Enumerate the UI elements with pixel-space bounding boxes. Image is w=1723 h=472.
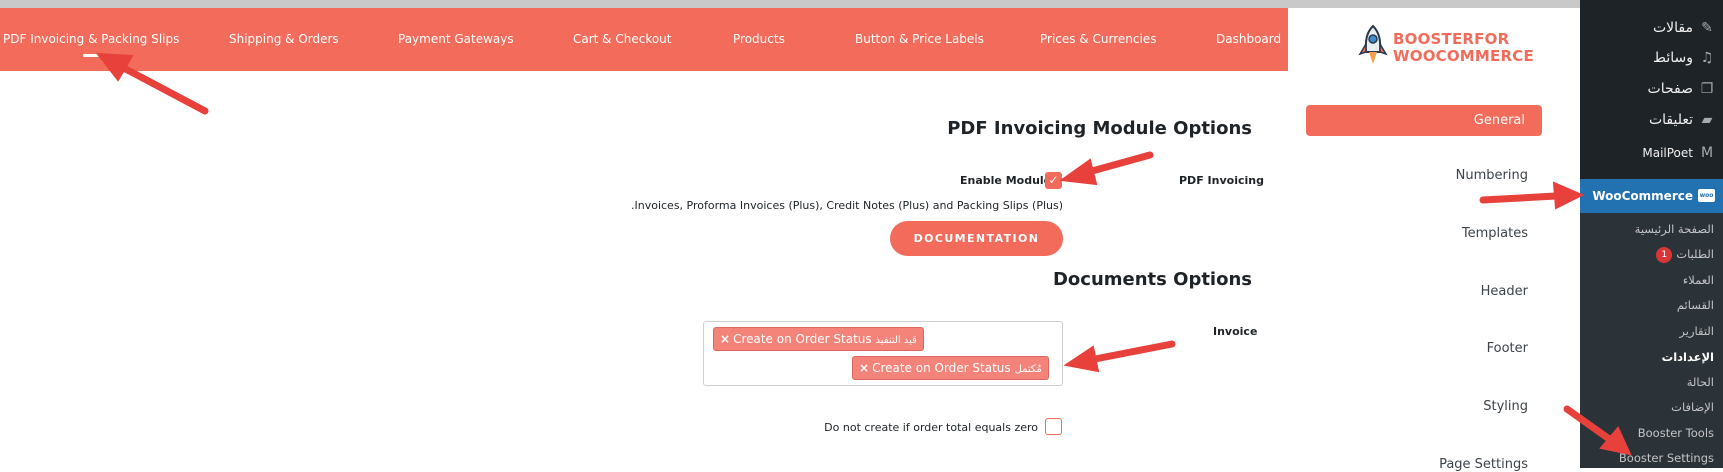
side-menu-styling[interactable]: Styling xyxy=(1483,399,1528,414)
module-description: .Invoices, Proforma Invoices (Plus), Cre… xyxy=(631,199,1063,212)
status-tag-processing[interactable]: × Create on Order Status قيد التنفيذ xyxy=(713,327,924,351)
menu-comments[interactable]: تعليقات ▰ xyxy=(1649,106,1715,134)
documents-options-title: Documents Options xyxy=(1052,269,1252,290)
nav-payment-gateways[interactable]: Payment Gateways xyxy=(398,8,514,71)
side-menu-numbering[interactable]: Numbering xyxy=(1456,168,1528,183)
submenu-booster-tools[interactable]: Booster Tools xyxy=(1638,422,1714,444)
submenu-coupons[interactable]: القسائم xyxy=(1677,294,1714,316)
woocommerce-icon: woo xyxy=(1698,189,1715,202)
enable-module-label: Enable Module xyxy=(960,174,1052,187)
module-options-title: PDF Invoicing Module Options xyxy=(947,118,1252,139)
browser-top-strip xyxy=(0,0,1580,8)
side-menu-templates[interactable]: Templates xyxy=(1462,226,1528,241)
nav-dashboard[interactable]: Dashboard xyxy=(1216,8,1281,71)
submenu-booster-settings[interactable]: Booster Settings xyxy=(1619,447,1714,469)
media-icon: ♫ xyxy=(1700,50,1714,66)
submenu-settings[interactable]: الإعدادات xyxy=(1662,346,1714,368)
enable-module-checkbox[interactable]: ✓ xyxy=(1045,172,1062,189)
menu-woocommerce[interactable]: WooCommerce woo xyxy=(1572,179,1723,213)
submenu-status[interactable]: الحالة xyxy=(1687,371,1714,393)
menu-posts[interactable]: مقالات ✎ xyxy=(1653,14,1715,42)
booster-logo: BOOSTERFOR WOOCOMMERCE xyxy=(1355,24,1534,72)
nav-button-price-labels[interactable]: Button & Price Labels xyxy=(855,8,984,71)
status-tag-completed[interactable]: × Create on Order Status مُكتمل xyxy=(852,356,1049,380)
zero-total-label: Do not create if order total equals zero xyxy=(824,421,1038,434)
submenu-orders[interactable]: 1 الطلبات xyxy=(1656,243,1714,265)
mailpoet-icon: M xyxy=(1700,145,1714,161)
tag-remove-icon[interactable]: × xyxy=(720,332,730,346)
comments-icon: ▰ xyxy=(1701,112,1713,128)
nav-shipping-orders[interactable]: Shipping & Orders xyxy=(229,8,339,71)
nav-cart-checkout[interactable]: Cart & Checkout xyxy=(573,8,672,71)
submenu-home[interactable]: الصفحة الرئيسية xyxy=(1635,218,1714,240)
tag-remove-icon[interactable]: × xyxy=(859,361,869,375)
pin-icon: ✎ xyxy=(1701,20,1713,36)
pdf-invoicing-label: PDF Invoicing xyxy=(1179,174,1264,187)
invoice-label: Invoice xyxy=(1213,325,1258,338)
booster-top-nav: PDF Invoicing & Packing Slips Shipping &… xyxy=(0,8,1288,71)
order-status-select[interactable]: × Create on Order Status قيد التنفيذ × Cre… xyxy=(703,321,1063,386)
submenu-customers[interactable]: العملاء xyxy=(1683,269,1714,291)
side-menu-header[interactable]: Header xyxy=(1481,284,1528,299)
menu-media[interactable]: وسائط ♫ xyxy=(1653,44,1715,72)
menu-mailpoet[interactable]: MailPoet M xyxy=(1642,139,1715,167)
nav-products[interactable]: Products xyxy=(733,8,785,71)
rocket-icon xyxy=(1358,24,1388,64)
submenu-extensions[interactable]: الإضافات xyxy=(1671,396,1714,418)
pages-icon: ❐ xyxy=(1700,81,1714,97)
zero-total-checkbox[interactable] xyxy=(1045,418,1062,435)
nav-prices-currencies[interactable]: Prices & Currencies xyxy=(1040,8,1156,71)
menu-pages[interactable]: صفحات ❐ xyxy=(1648,75,1715,103)
arrow-to-status-tags xyxy=(1063,340,1176,373)
side-menu-general[interactable]: General xyxy=(1306,105,1542,136)
side-menu-page-settings[interactable]: Page Settings xyxy=(1439,457,1528,472)
submenu-reports[interactable]: التقارير xyxy=(1679,320,1714,342)
side-menu-footer[interactable]: Footer xyxy=(1487,341,1528,356)
documentation-button[interactable]: DOCUMENTATION xyxy=(890,221,1063,256)
nav-pdf-invoicing[interactable]: PDF Invoicing & Packing Slips xyxy=(3,8,179,71)
arrow-to-woocommerce xyxy=(1479,181,1585,210)
woocommerce-submenu: الصفحة الرئيسية 1 الطلبات العملاء القسائم… xyxy=(1580,213,1723,468)
wp-admin-sidebar: مقالات ✎ وسائط ♫ صفحات ❐ تعليقات ▰ MailPoet M… xyxy=(1572,0,1723,468)
arrow-to-enable-checkbox xyxy=(1059,151,1154,186)
orders-count-badge: 1 xyxy=(1656,246,1673,263)
